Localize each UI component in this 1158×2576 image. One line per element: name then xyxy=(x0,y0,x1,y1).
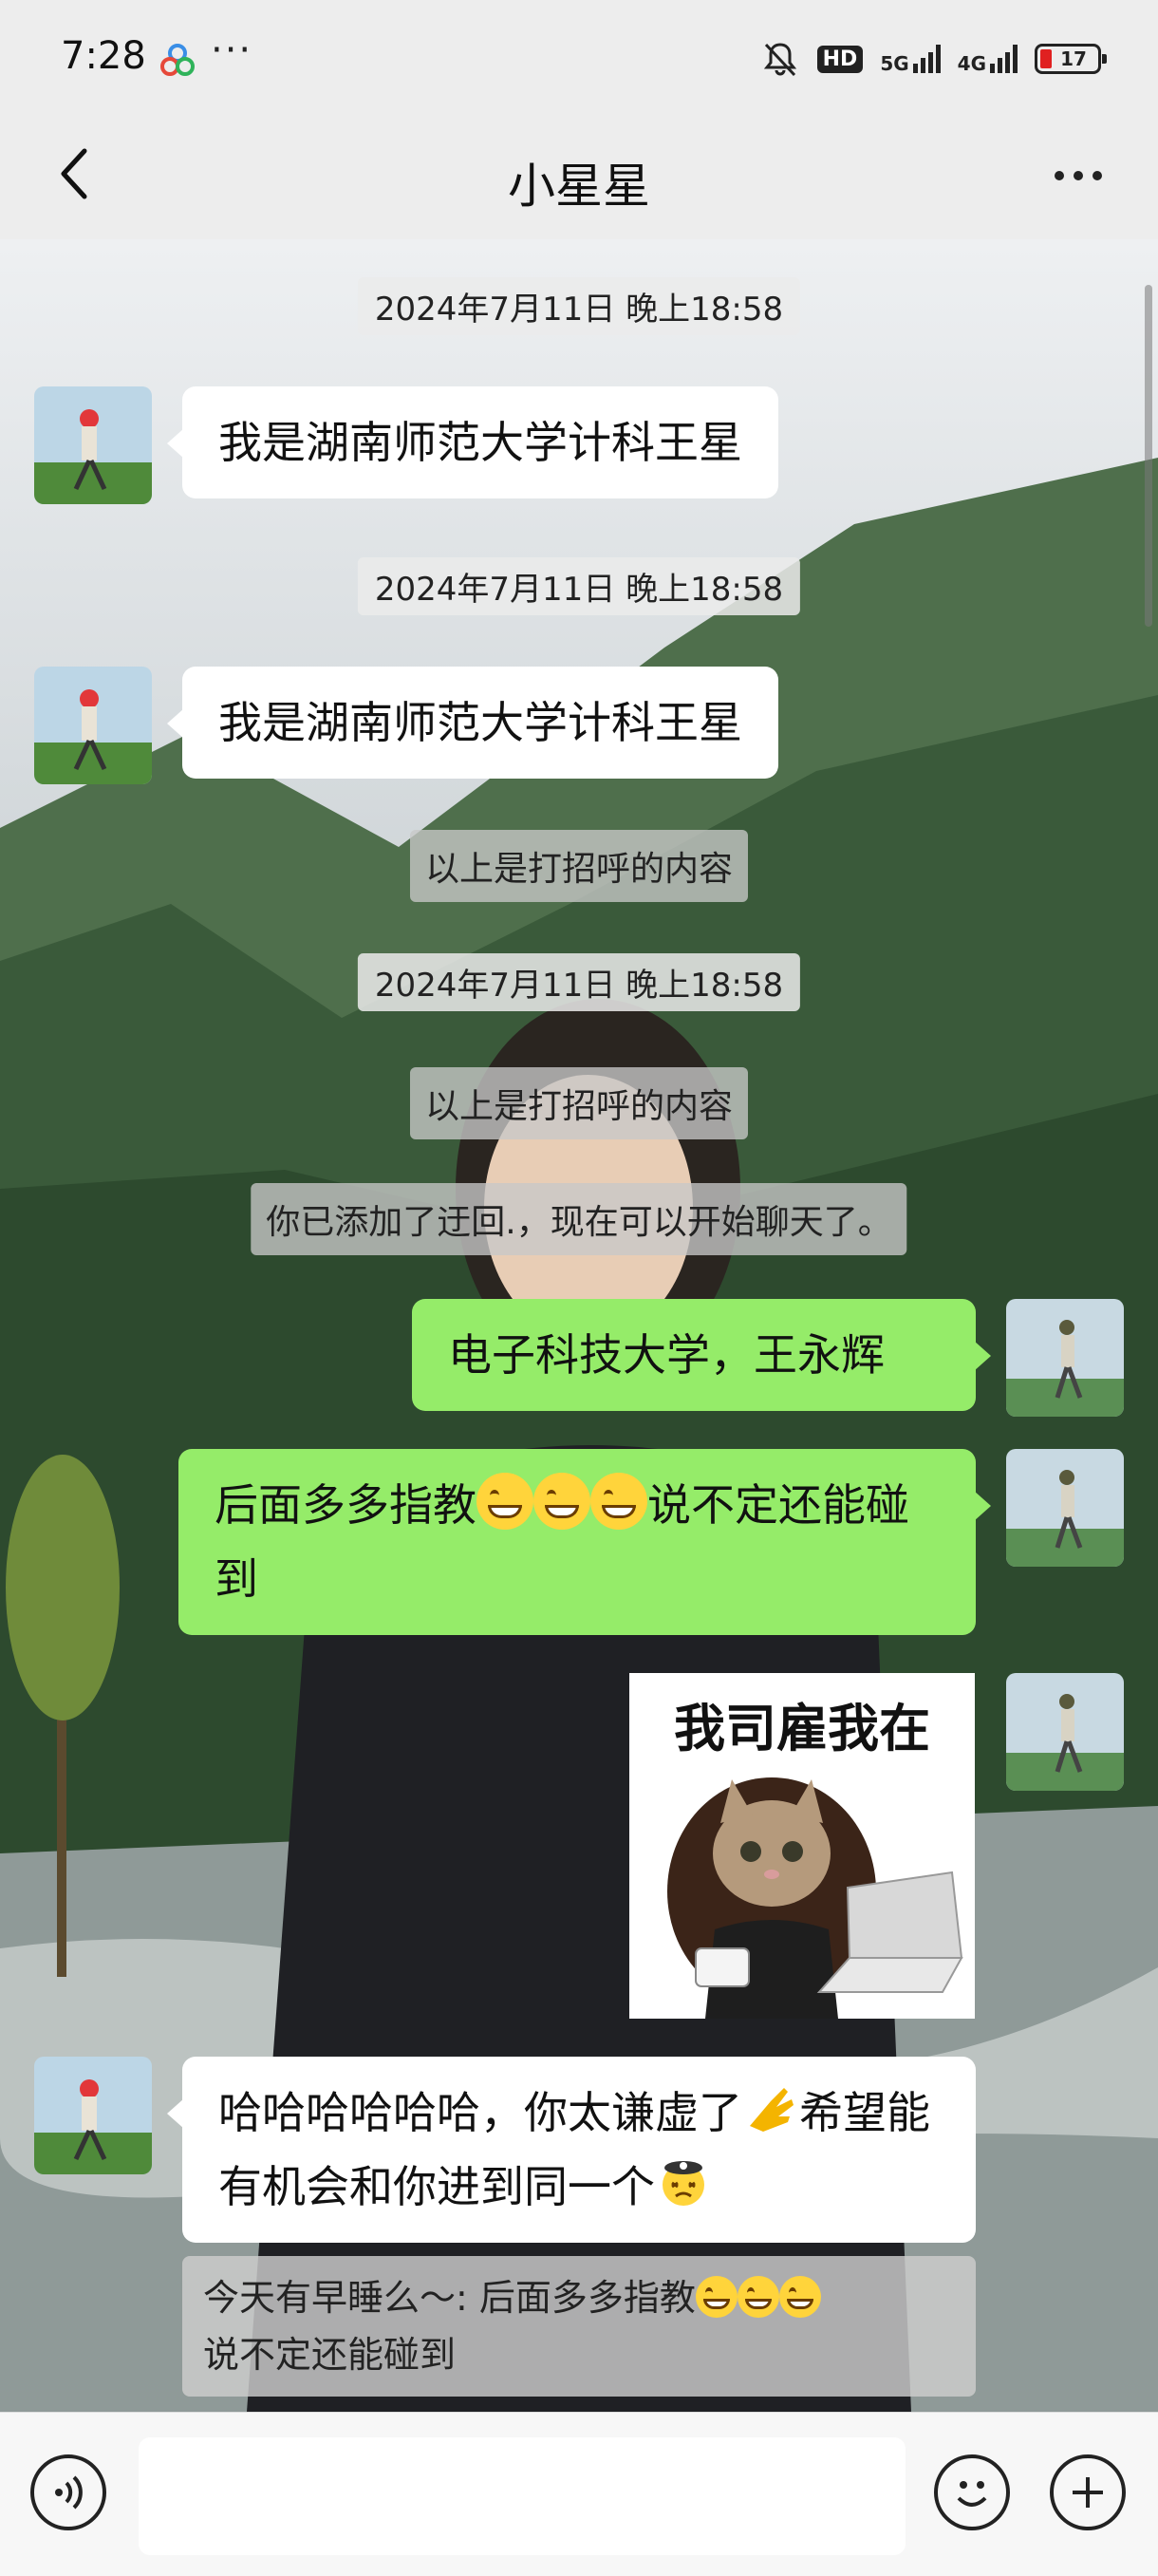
avatar-image xyxy=(34,2057,152,2174)
avatar-image xyxy=(1006,1673,1124,1791)
chat-title: 小星星 xyxy=(508,159,650,214)
system-notice: 你已添加了迂回.，现在可以开始聊天了。 xyxy=(251,1183,907,1255)
contact-avatar[interactable] xyxy=(34,2057,152,2174)
chat-scrollbar[interactable] xyxy=(1145,285,1152,627)
message-text: 哈哈哈哈哈哈，你太谦虚了 xyxy=(218,2087,742,2138)
sticker-message[interactable]: 我司雇我在 xyxy=(629,1673,975,2019)
chat-message-list[interactable]: 2024年7月11日 晚上18:58 我是湖南师范大学计科王星 2024年7月1… xyxy=(0,239,1158,2412)
plus-icon xyxy=(1073,2477,1103,2508)
avatar-image xyxy=(1006,1299,1124,1417)
self-avatar[interactable] xyxy=(1006,1449,1124,1567)
signal-4g: 4G xyxy=(958,45,1018,73)
message-text: 电子科技大学，王永辉 xyxy=(448,1329,885,1381)
timestamp: 2024年7月11日 晚上18:58 xyxy=(357,277,801,335)
quoted-reply[interactable]: 今天有早睡么～: 后面多多指教 说不定还能碰到 xyxy=(182,2256,976,2397)
quote-text: 说不定还能碰到 xyxy=(203,2334,457,2376)
message-input[interactable] xyxy=(139,2437,906,2555)
voice-icon xyxy=(55,2475,83,2510)
grin-emoji-icon xyxy=(590,1473,647,1530)
avatar-image xyxy=(1006,1449,1124,1567)
smiley-icon xyxy=(957,2481,987,2507)
message-text: 后面多多指教 xyxy=(215,1479,476,1531)
app-notification-icon xyxy=(160,44,195,76)
message-bubble-incoming[interactable]: 哈哈哈哈哈哈，你太谦虚了 希望能有机会和你进到同一个 xyxy=(167,2057,976,2243)
more-actions-button[interactable] xyxy=(1050,2454,1126,2530)
emoji-button[interactable] xyxy=(934,2454,1010,2530)
timestamp: 2024年7月11日 晚上18:58 xyxy=(357,953,801,1011)
system-notice: 以上是打招呼的内容 xyxy=(409,830,749,902)
message-text: 我是湖南师范大学计科王星 xyxy=(218,417,742,468)
battery-icon: 17 xyxy=(1035,44,1107,74)
contact-avatar[interactable] xyxy=(34,667,152,784)
grin-emoji-icon xyxy=(737,2276,779,2318)
self-avatar[interactable] xyxy=(1006,1673,1124,1791)
more-options-button[interactable] xyxy=(1040,142,1116,209)
message-bubble-incoming[interactable]: 我是湖南师范大学计科王星 xyxy=(167,667,778,779)
grin-emoji-icon xyxy=(778,2276,821,2318)
battery-level: 17 xyxy=(1060,47,1087,70)
signal-bars-icon xyxy=(912,45,941,73)
chat-header: 小星星 xyxy=(0,114,1158,239)
system-notice: 以上是打招呼的内容 xyxy=(409,1067,749,1139)
input-bar xyxy=(0,2412,1158,2576)
dizzy-face-emoji-icon xyxy=(663,2161,704,2206)
message-text: 我是湖南师范大学计科王星 xyxy=(218,697,742,748)
net-4g-label: 4G xyxy=(957,52,986,75)
more-notifications-icon: ··· xyxy=(211,28,253,72)
cat-sticker-image xyxy=(667,1777,963,2019)
message-bubble-incoming[interactable]: 我是湖南师范大学计科王星 xyxy=(167,386,778,498)
signal-bars-icon xyxy=(990,45,1018,73)
avatar-image xyxy=(34,667,152,784)
grin-emoji-icon xyxy=(476,1473,533,1530)
mute-icon xyxy=(763,43,796,77)
quote-text: 今天有早睡么～: 后面多多指教 xyxy=(203,2277,696,2319)
self-avatar[interactable] xyxy=(1006,1299,1124,1417)
voice-input-button[interactable] xyxy=(30,2454,106,2530)
avatar-image xyxy=(34,386,152,504)
grin-emoji-icon xyxy=(695,2276,738,2318)
status-time: 7:28 xyxy=(61,34,146,78)
hd-voice-badge: HD xyxy=(816,45,864,73)
message-bubble-outgoing[interactable]: 电子科技大学，王永辉 xyxy=(412,1299,991,1411)
clapping-hand-emoji-icon xyxy=(750,2088,794,2132)
message-bubble-outgoing[interactable]: 后面多多指教 说不定还能碰到 xyxy=(178,1449,991,1635)
net-5g-label: 5G xyxy=(880,52,909,75)
signal-5g: 5G xyxy=(880,45,941,75)
contact-avatar[interactable] xyxy=(34,386,152,504)
timestamp: 2024年7月11日 晚上18:58 xyxy=(357,557,801,615)
status-bar: 7:28 ··· HD 5G 4G 17 xyxy=(0,0,1158,114)
grin-emoji-icon xyxy=(533,1473,590,1530)
status-indicators: HD 5G 4G 17 xyxy=(760,36,1107,82)
